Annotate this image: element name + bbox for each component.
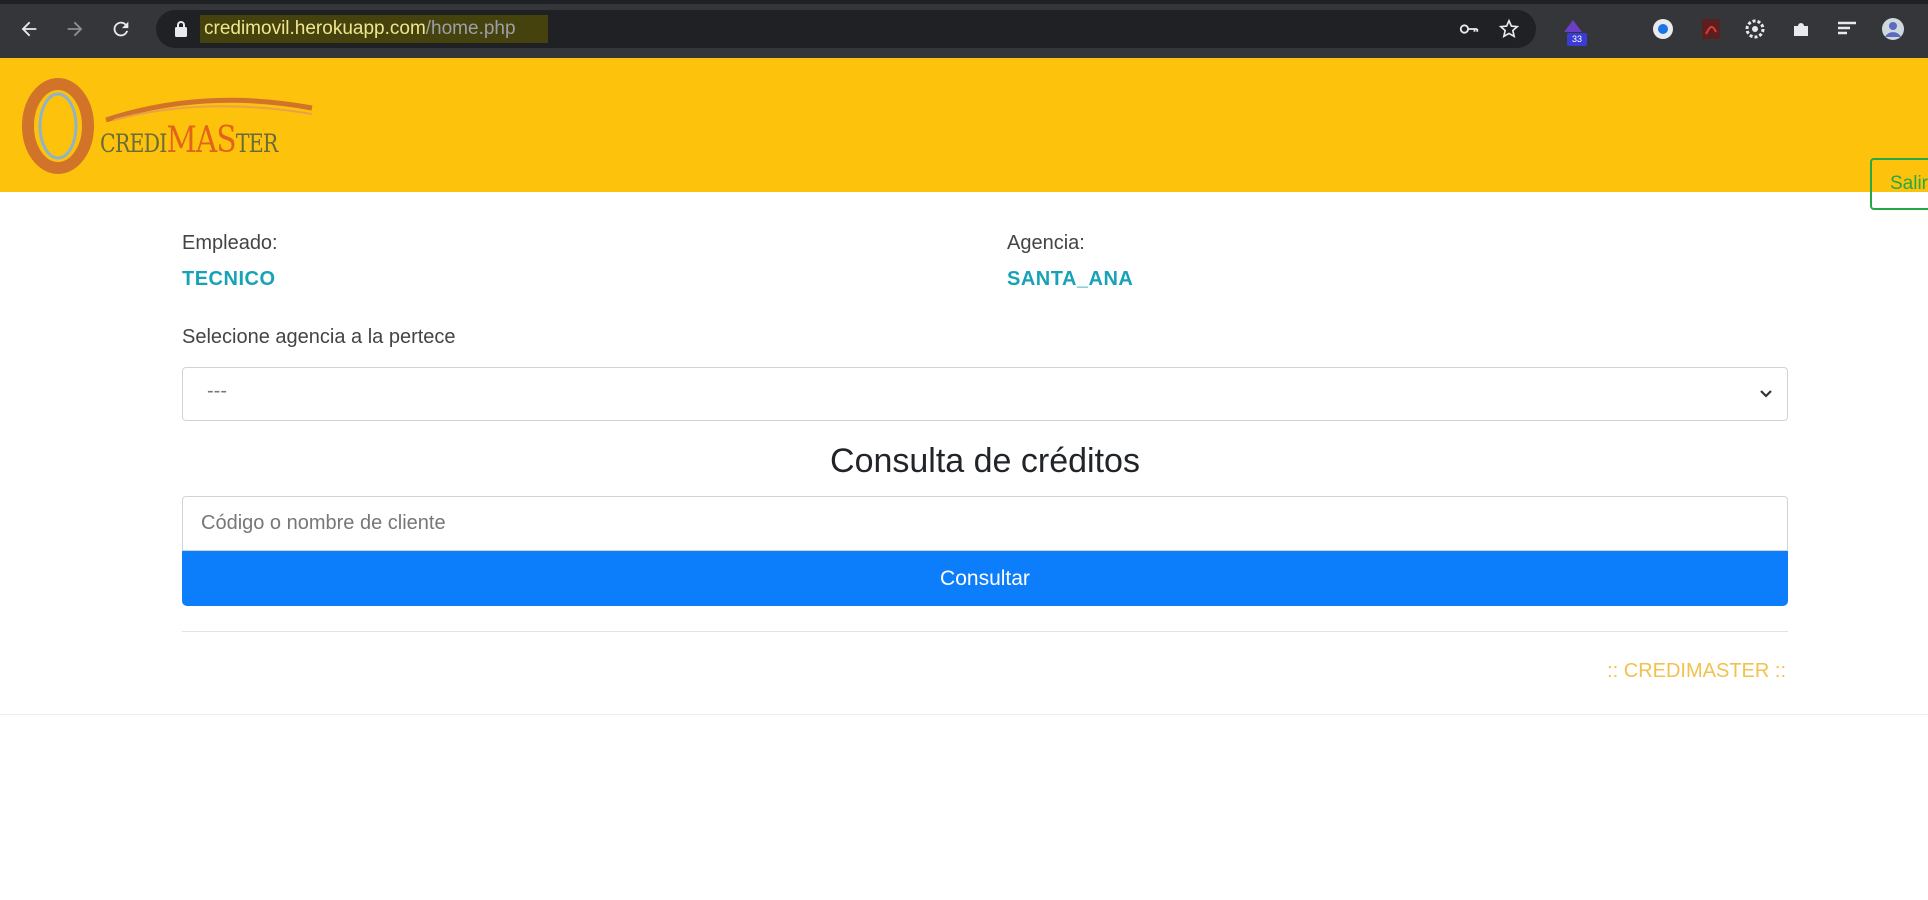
page-title: Consulta de créditos xyxy=(830,442,1140,480)
reload-button[interactable] xyxy=(104,12,138,46)
browser-toolbar: credimovil.herokuapp.com/home.php 33 xyxy=(0,0,1928,58)
logo-text-ter: TER xyxy=(235,129,278,158)
logo-ring-icon xyxy=(22,78,94,174)
forward-button[interactable] xyxy=(58,12,92,46)
logo-swoosh-icon xyxy=(105,97,313,122)
footer-divider xyxy=(0,714,1928,715)
bookmark-star-icon[interactable] xyxy=(1498,18,1520,40)
profile-avatar-icon[interactable] xyxy=(1880,16,1906,42)
logo-text-credi: CREDI xyxy=(100,129,167,158)
app-navbar: CREDIMASTER Salir xyxy=(0,58,1928,210)
back-arrow-icon xyxy=(21,21,37,37)
agency-value: SANTA_ANA xyxy=(1007,268,1134,290)
forward-arrow-icon xyxy=(67,21,83,37)
client-search-input[interactable] xyxy=(182,496,1788,551)
logout-button[interactable]: Salir xyxy=(1870,158,1928,210)
divider xyxy=(182,631,1788,632)
consult-button[interactable]: Consultar xyxy=(182,551,1788,606)
gear-extension-icon[interactable] xyxy=(1742,16,1768,42)
employee-label: Empleado: xyxy=(182,232,278,254)
extension-badge: 33 xyxy=(1567,33,1587,46)
logo-wordmark: CREDIMASTER xyxy=(100,120,278,161)
lock-icon xyxy=(175,21,187,37)
agency-select[interactable]: --- xyxy=(182,367,1788,421)
back-button[interactable] xyxy=(12,12,46,46)
agency-select-value: --- xyxy=(207,380,227,402)
url-host: credimovil.herokuapp.com xyxy=(204,18,426,39)
tab-strip xyxy=(0,0,1928,4)
url-text[interactable]: credimovil.herokuapp.com/home.php xyxy=(200,15,548,43)
agency-label: Agencia: xyxy=(1007,232,1085,254)
url-path: /home.php xyxy=(425,18,516,39)
logo-text-mas: MAS xyxy=(166,120,237,161)
footer-brand-text: :: CREDIMASTER :: xyxy=(1607,660,1786,682)
puzzle-extensions-icon[interactable] xyxy=(1788,16,1814,42)
pdf-extension-icon[interactable] xyxy=(1698,16,1724,42)
chevron-down-icon xyxy=(1760,390,1772,398)
address-bar[interactable]: credimovil.herokuapp.com/home.php xyxy=(156,10,1536,48)
agency-select-label: Selecione agencia a la pertece xyxy=(182,326,456,348)
extension-circle-icon[interactable] xyxy=(1650,16,1676,42)
key-icon[interactable] xyxy=(1458,18,1480,40)
credimaster-logo[interactable]: CREDIMASTER xyxy=(20,76,313,176)
reload-icon xyxy=(113,21,129,37)
reading-list-icon[interactable] xyxy=(1834,16,1860,42)
employee-value: TECNICO xyxy=(182,268,276,290)
footer-brand: :: CREDIMASTER :: xyxy=(1500,660,1928,683)
